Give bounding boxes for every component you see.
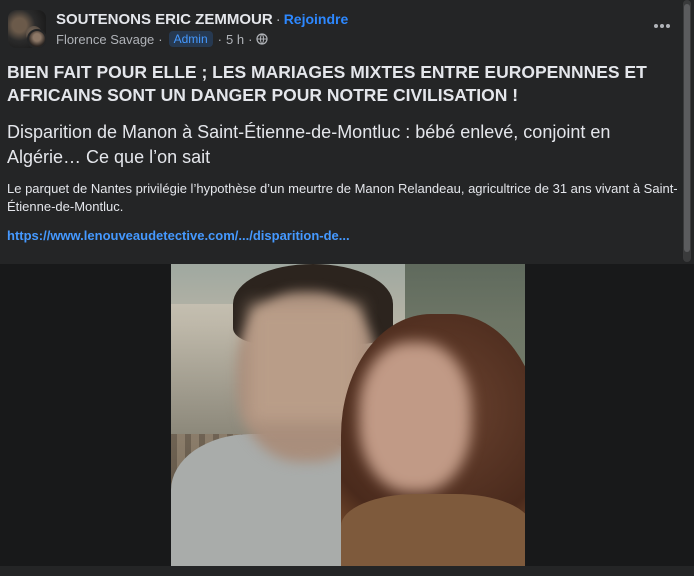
blurred-face xyxy=(359,342,471,492)
photo-body xyxy=(341,494,525,566)
link-preview-description: Le parquet de Nantes privilégie l’hypoth… xyxy=(7,181,678,214)
scrollbar-thumb[interactable] xyxy=(684,4,690,252)
author-name[interactable]: Florence Savage xyxy=(56,32,154,47)
post-time[interactable]: 5 h xyxy=(226,32,244,47)
post-header: SOUTENONS ERIC ZEMMOUR · Rejoindre Florenc… xyxy=(0,0,694,58)
post-footer xyxy=(0,566,694,576)
join-button[interactable]: Rejoindre xyxy=(284,11,349,27)
group-avatar[interactable] xyxy=(8,10,46,48)
separator-dot: · xyxy=(275,11,281,28)
post-text: BIEN FAIT POUR ELLE ; LES MARIAGES MIXTE… xyxy=(7,62,647,105)
group-name[interactable]: SOUTENONS ERIC ZEMMOUR xyxy=(56,11,273,28)
post-meta: Florence Savage · Admin · 5 h · xyxy=(56,31,269,47)
separator-dot: · xyxy=(248,31,253,47)
facebook-post: SOUTENONS ERIC ZEMMOUR · Rejoindre Florenc… xyxy=(0,0,694,576)
post-photo[interactable] xyxy=(171,264,525,566)
globe-icon xyxy=(256,33,269,45)
link-preview-url[interactable]: https://www.lenouveaudetective.com/.../d… xyxy=(7,228,350,243)
author-avatar[interactable] xyxy=(27,29,46,48)
scrollbar[interactable] xyxy=(683,0,691,262)
link-preview-title[interactable]: Disparition de Manon à Saint-Étienne-de-… xyxy=(7,120,687,170)
separator-dot: · xyxy=(217,31,222,47)
more-options-icon[interactable] xyxy=(648,14,676,38)
separator-dot: · xyxy=(158,31,163,47)
group-line: SOUTENONS ERIC ZEMMOUR · Rejoindre xyxy=(56,11,348,28)
admin-badge: Admin xyxy=(168,31,213,47)
post-image-area xyxy=(0,264,694,566)
